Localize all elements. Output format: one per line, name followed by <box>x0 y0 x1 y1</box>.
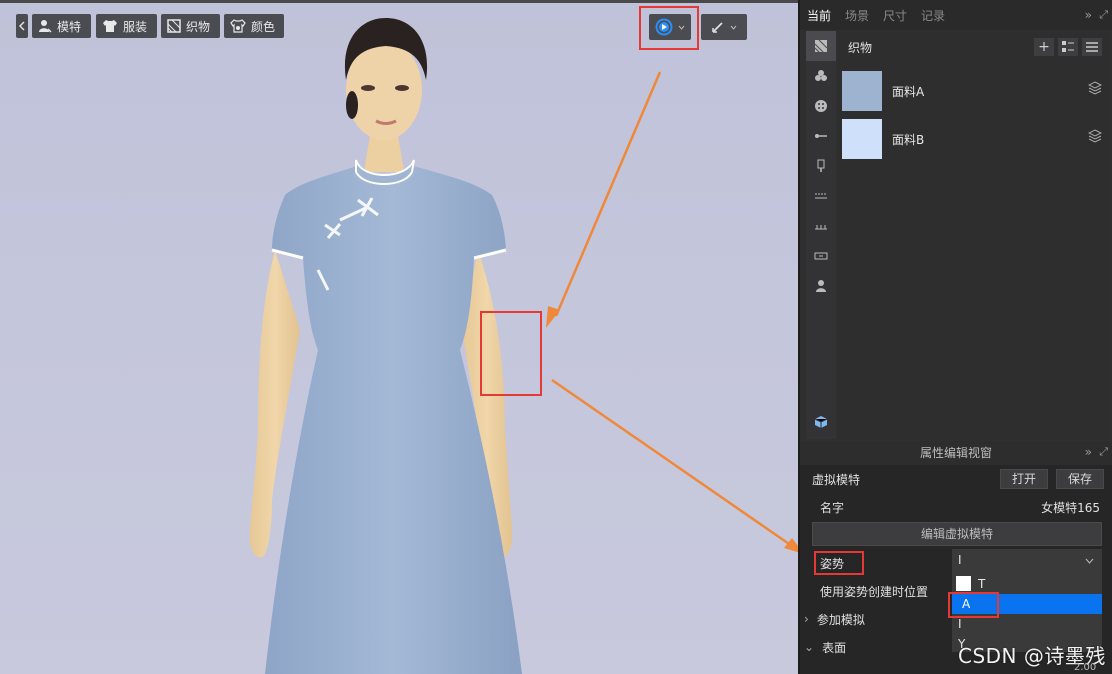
right-panel: 当前 场景 尺寸 记录 » ⤢ 织物 + 面料A 面料B 属性编辑视窗 » ⤢ … <box>798 0 1112 674</box>
tab-history[interactable]: 记录 <box>914 0 952 30</box>
tab-scene[interactable]: 场景 <box>838 0 876 30</box>
color-tab-label: 颜色 <box>251 19 276 34</box>
pen-dropdown-chevron-icon <box>730 25 737 30</box>
puckering-tool-icon[interactable] <box>806 211 836 241</box>
edit-avatar-button[interactable]: 编辑虚拟模特 <box>812 522 1102 546</box>
fabric-tab-label: 织物 <box>186 19 211 34</box>
fabric-name: 面料A <box>892 84 925 99</box>
fabric-item[interactable]: 面料B <box>838 115 1110 163</box>
color-tab-button[interactable]: 颜色 <box>224 14 284 38</box>
fabric-name: 面料B <box>892 132 925 147</box>
save-button[interactable]: 保存 <box>1056 469 1104 489</box>
pose-option-t[interactable]: T <box>952 574 1102 594</box>
chevron-down-icon <box>1085 553 1094 567</box>
graphic-tool-icon[interactable] <box>806 61 836 91</box>
fabric-swatch <box>842 71 882 111</box>
color-shirt-icon <box>230 19 246 33</box>
simulation-highlight-box <box>639 6 699 50</box>
open-button[interactable]: 打开 <box>1000 469 1048 489</box>
name-label: 名字 <box>820 500 845 515</box>
prop-collapse-icon[interactable]: » <box>1085 445 1092 459</box>
avatar-tool-icon[interactable] <box>806 271 836 301</box>
pen-tool-button[interactable] <box>701 14 747 40</box>
3d-object-tool-icon[interactable] <box>806 407 836 437</box>
prop-maximize-icon[interactable]: ⤢ <box>1099 445 1108 459</box>
buttonhole-tool-icon[interactable] <box>806 121 836 151</box>
garment-tab-label: 服装 <box>123 19 148 34</box>
pose-thumbnail <box>956 576 971 591</box>
collapse-icon[interactable]: » <box>1085 8 1092 22</box>
maximize-icon[interactable]: ⤢ <box>1099 8 1108 22</box>
chevron-left-icon <box>18 21 26 31</box>
add-icon[interactable]: + <box>1034 38 1054 56</box>
participate-label: 参加模拟 <box>816 612 865 627</box>
avatar-figure <box>249 18 522 674</box>
tab-current[interactable]: 当前 <box>800 0 838 30</box>
3d-viewport[interactable]: 模特 服装 织物 颜色 <box>0 0 798 674</box>
topstitch-tool-icon[interactable] <box>806 181 836 211</box>
tape-tool-icon[interactable] <box>806 241 836 271</box>
fabric-tool-icon[interactable] <box>806 31 836 61</box>
thumbnail-view-icon[interactable] <box>1058 38 1078 56</box>
library-tool-strip <box>806 31 836 439</box>
expand-chevron-icon: › <box>804 612 809 626</box>
fabric-tab-button[interactable]: 织物 <box>161 14 220 38</box>
avatar-icon <box>38 19 52 33</box>
layers-icon[interactable] <box>1087 81 1103 98</box>
layers-icon[interactable] <box>1087 129 1103 146</box>
collapse-chevron-icon: ⌄ <box>804 640 815 654</box>
pose-label-highlight-box <box>814 551 864 575</box>
fabric-swatch <box>842 119 882 159</box>
fabric-item[interactable]: 面料A <box>838 67 1110 115</box>
bottom-value: 2.00 <box>1074 662 1097 673</box>
pen-icon <box>711 20 725 34</box>
tab-size[interactable]: 尺寸 <box>876 0 914 30</box>
avatar-tab-label: 模特 <box>57 19 82 34</box>
name-value: 女模特165 <box>1041 500 1100 515</box>
panel-tabs: 当前 场景 尺寸 记录 » ⤢ <box>800 0 1112 30</box>
avatar-tab-button[interactable]: 模特 <box>32 14 91 38</box>
pose-a-highlight-box <box>948 592 999 618</box>
library-title: 织物 <box>848 40 873 55</box>
section-title: 虚拟模特 <box>812 472 861 487</box>
property-editor-title: 属性编辑视窗 <box>800 441 1112 465</box>
arm-highlight-box <box>480 311 542 396</box>
surface-label: 表面 <box>822 640 847 655</box>
button-tool-icon[interactable] <box>806 91 836 121</box>
fabric-library: 织物 + 面料A 面料B <box>838 31 1110 439</box>
shirt-icon <box>102 19 118 33</box>
fabric-icon <box>167 19 181 33</box>
pose-select[interactable]: I <box>952 549 1102 573</box>
back-button[interactable] <box>16 14 28 38</box>
use-pose-label: 使用姿势创建时位置 <box>820 584 929 599</box>
garment-tab-button[interactable]: 服装 <box>96 14 157 38</box>
zipper-tool-icon[interactable] <box>806 151 836 181</box>
name-row: 名字 女模特165 <box>800 493 1112 521</box>
pose-select-value: I <box>958 553 962 567</box>
list-view-icon[interactable] <box>1082 38 1102 56</box>
